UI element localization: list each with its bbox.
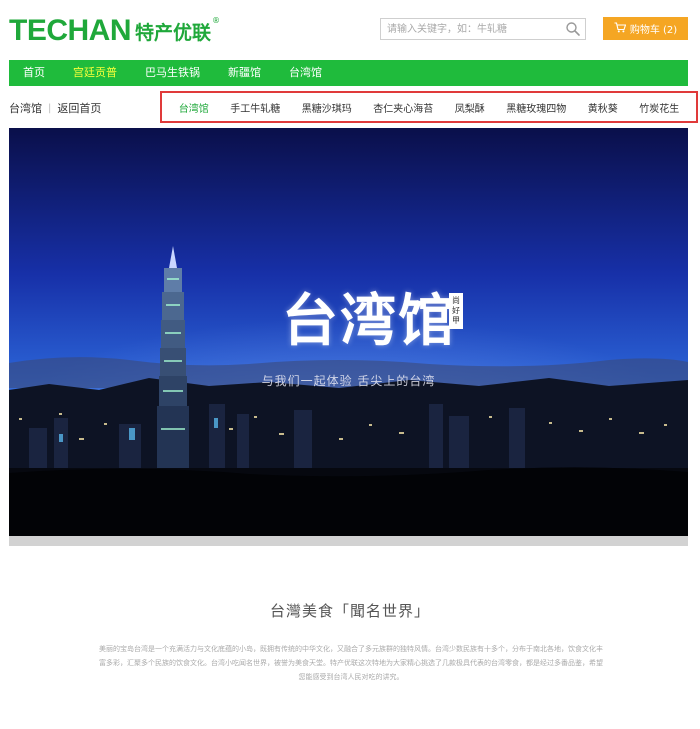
search-input[interactable] <box>381 19 561 39</box>
cart-icon <box>614 21 627 36</box>
intro-text: 美丽的宝岛台湾是一个充满活力与文化底蕴的小岛，既拥有传统的中华文化，又融合了多元… <box>99 645 603 681</box>
intro-title: 台灣美食「聞名世界」 <box>269 602 430 620</box>
subnav-item-rose-siwu[interactable]: 黑糖玫瑰四物 <box>506 100 566 115</box>
logo-registered-mark: ® <box>212 16 221 25</box>
main-nav: 首页 宫廷贡普 巴马生铁锅 新疆馆 台湾馆 <box>9 60 688 86</box>
search-box <box>380 18 586 40</box>
logo[interactable]: TECHAN 特产优联 ® <box>9 12 220 46</box>
subnav-item-charcoal-peanut[interactable]: 竹炭花生 <box>639 100 679 115</box>
back-home-link[interactable]: 返回首页 <box>57 100 101 116</box>
cart-label: 购物车 (2) <box>629 25 678 36</box>
subnav-item-okra[interactable]: 黄秋葵 <box>588 100 618 115</box>
subnav-item-pineapple-cake[interactable]: 凤梨酥 <box>455 100 485 115</box>
subnav-item-nougat[interactable]: 手工牛轧糖 <box>230 100 280 115</box>
logo-latin: TECHAN <box>9 14 132 47</box>
banner-seal: 尚好甲 <box>449 293 463 329</box>
nav-item-palace-tribute[interactable]: 宫廷贡普 <box>63 60 127 86</box>
hero-banner: 台湾馆 尚好甲 与我们一起体验 舌尖上的台湾 <box>9 128 688 546</box>
sub-bar: 台湾馆 | 返回首页 台湾馆 手工牛轧糖 黑糖沙琪玛 杏仁夹心海苔 凤梨酥 黑糖… <box>0 90 700 124</box>
subnav-item-sachima[interactable]: 黑糖沙琪玛 <box>302 100 352 115</box>
site-header: TECHAN 特产优联 ® 购物车 (2) <box>0 0 700 60</box>
logo-cn: 特产优联 <box>135 22 212 44</box>
subnav-item-taiwan[interactable]: 台湾馆 <box>179 100 209 115</box>
breadcrumb: 台湾馆 | 返回首页 <box>9 100 101 116</box>
breadcrumb-current: 台湾馆 <box>9 102 42 115</box>
cart-button[interactable]: 购物车 (2) <box>603 17 688 40</box>
subnav-item-seaweed[interactable]: 杏仁夹心海苔 <box>373 100 433 115</box>
nav-item-bama-iron-pot[interactable]: 巴马生铁锅 <box>135 60 210 86</box>
search-icon[interactable] <box>565 21 581 37</box>
nav-item-xinjiang[interactable]: 新疆馆 <box>218 60 271 86</box>
nav-item-taiwan[interactable]: 台湾馆 <box>279 60 332 86</box>
banner-slogan: 与我们一起体验 舌尖上的台湾 <box>261 374 436 388</box>
category-subnav: 台湾馆 手工牛轧糖 黑糖沙琪玛 杏仁夹心海苔 凤梨酥 黑糖玫瑰四物 黄秋葵 竹炭… <box>160 91 698 123</box>
breadcrumb-separator: | <box>48 102 52 114</box>
nav-item-home[interactable]: 首页 <box>9 60 55 86</box>
